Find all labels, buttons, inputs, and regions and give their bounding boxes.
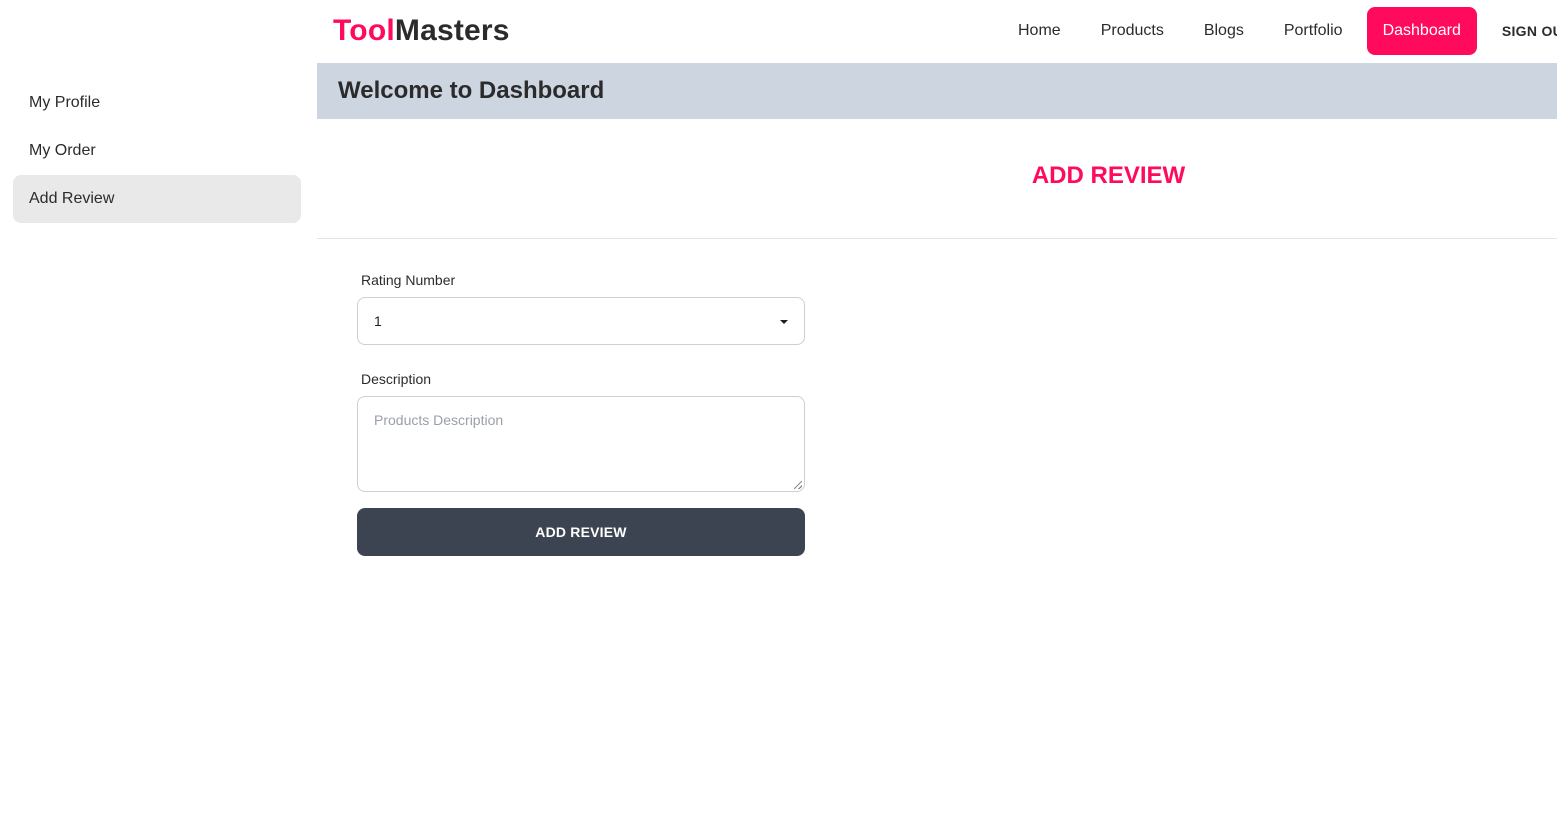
rating-select[interactable]: 1: [357, 297, 805, 345]
add-review-heading: ADD REVIEW: [317, 162, 1557, 190]
description-placeholder: Products Description: [374, 412, 504, 428]
nav-products[interactable]: Products: [1081, 7, 1184, 55]
sidebar: My Profile My Order Add Review: [0, 0, 317, 817]
caret-down-icon: [780, 320, 788, 324]
sign-out-button[interactable]: SIGN OUT: [1502, 23, 1557, 39]
brand-logo[interactable]: ToolMasters: [333, 14, 510, 48]
nav-dashboard[interactable]: Dashboard: [1366, 7, 1477, 55]
section-divider: [317, 238, 1557, 239]
rating-select-value: 1: [374, 313, 382, 329]
nav-portfolio[interactable]: Portfolio: [1264, 7, 1363, 55]
sidebar-menu: My Profile My Order Add Review: [13, 79, 301, 223]
welcome-banner: Welcome to Dashboard: [317, 63, 1557, 119]
nav-home[interactable]: Home: [998, 7, 1081, 55]
resize-handle-icon[interactable]: [794, 481, 802, 489]
sidebar-item-my-profile[interactable]: My Profile: [13, 79, 301, 127]
add-review-button[interactable]: ADD REVIEW: [357, 508, 805, 556]
top-navbar: ToolMasters Home Products Blogs Portfoli…: [317, 0, 1557, 63]
description-textarea[interactable]: Products Description: [357, 396, 805, 492]
rating-label: Rating Number: [361, 272, 456, 288]
sidebar-item-add-review[interactable]: Add Review: [13, 175, 301, 223]
add-review-heading-text: ADD REVIEW: [1031, 162, 1186, 189]
description-label: Description: [361, 371, 432, 387]
brand-logo-part2: Masters: [394, 14, 510, 47]
nav-blogs[interactable]: Blogs: [1184, 7, 1264, 55]
brand-logo-part1: Tool: [333, 14, 395, 47]
add-review-form: Rating Number 1 Description Products Des…: [357, 272, 805, 556]
page-title: Welcome to Dashboard: [338, 77, 605, 104]
main-nav: Home Products Blogs Portfolio Dashboard …: [998, 7, 1557, 55]
sidebar-item-my-order[interactable]: My Order: [13, 127, 301, 175]
